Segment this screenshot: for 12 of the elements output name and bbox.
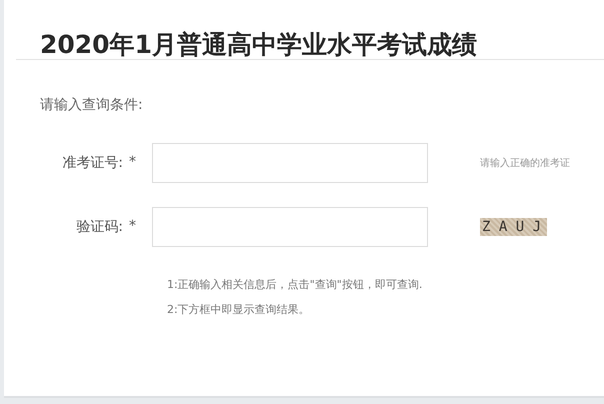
instruction-note: 1:正确输入相关信息后，点击"查询"按钮，即可查询. bbox=[167, 277, 422, 292]
input-field[interactable] bbox=[152, 143, 428, 183]
field-label: 验证码: bbox=[76, 218, 123, 236]
captcha-code[interactable]: Z A U J bbox=[480, 218, 548, 236]
query-prompt: 请输入查询条件: bbox=[40, 96, 143, 114]
field-label: 准考证号: bbox=[62, 154, 123, 172]
required-mark: * bbox=[129, 218, 136, 236]
page-title: 2020年1月普通高中学业水平考试成绩 bbox=[39, 29, 478, 59]
required-mark: * bbox=[129, 154, 136, 172]
field-hint: 请输入正确的准考证 bbox=[480, 156, 570, 170]
instruction-note: 2:下方框中即显示查询结果。 bbox=[167, 302, 310, 317]
input-field[interactable] bbox=[152, 207, 428, 247]
